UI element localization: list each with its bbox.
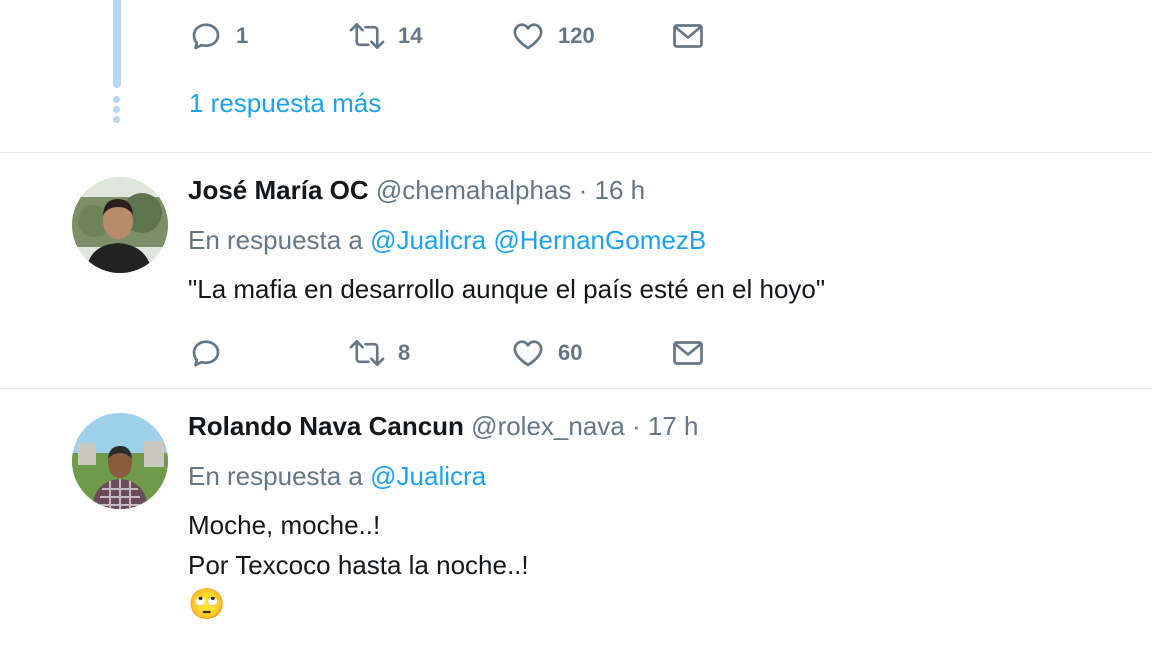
avatar[interactable]	[72, 177, 168, 273]
tweet-text-line: Moche, moche..!	[188, 510, 381, 540]
divider	[0, 152, 1152, 153]
tweet-header: Rolando Nava Cancun @rolex_nava · 17 h	[188, 411, 699, 442]
separator: ·	[632, 411, 641, 441]
mention-link[interactable]: @HernanGomezB	[493, 225, 706, 255]
reply-button[interactable]	[188, 335, 348, 371]
tweet-text: "La mafia en desarrollo aunque el país e…	[188, 269, 825, 309]
reply-icon	[192, 340, 220, 367]
tweet-header: José María OC @chemahalphas · 16 h	[188, 175, 645, 206]
like-count: 120	[558, 23, 595, 48]
mail-icon	[673, 24, 703, 48]
eye-roll-emoji: 🙄	[188, 588, 226, 621]
retweet-icon	[349, 22, 385, 50]
separator: ·	[578, 175, 588, 205]
author-handle[interactable]: @rolex_nava	[471, 411, 625, 441]
tweet-text-line: Por Texcoco hasta la noche..!	[188, 550, 529, 580]
thread-line	[113, 0, 121, 88]
mention-link[interactable]: @Jualicra	[370, 225, 486, 255]
tweet-actions: 8 60	[188, 333, 706, 373]
message-button[interactable]	[670, 335, 706, 371]
retweet-count: 14	[398, 23, 423, 48]
like-button[interactable]: 60	[510, 335, 670, 371]
retweet-button[interactable]: 8	[348, 335, 510, 371]
reply-prefix: En respuesta a	[188, 225, 363, 255]
reply-context: En respuesta a @Jualicra @HernanGomezB	[188, 225, 706, 256]
mention-link[interactable]: @Jualicra	[370, 461, 486, 491]
retweet-count: 8	[398, 340, 411, 365]
divider	[0, 388, 1152, 389]
reply-context: En respuesta a @Jualicra	[188, 461, 486, 492]
message-button[interactable]	[670, 18, 706, 54]
timestamp[interactable]: 16 h	[595, 175, 646, 205]
timestamp[interactable]: 17 h	[648, 411, 699, 441]
thread-dots	[112, 96, 122, 126]
retweet-button[interactable]: 14	[348, 18, 510, 54]
tweet-text: Moche, moche..! Por Texcoco hasta la noc…	[188, 505, 529, 625]
mail-icon	[673, 341, 703, 365]
heart-icon	[513, 340, 543, 367]
avatar-image	[72, 413, 168, 509]
reply-button[interactable]: 1	[188, 18, 348, 54]
more-replies-link[interactable]: 1 respuesta más	[189, 88, 381, 119]
author-name[interactable]: Rolando Nava Cancun	[188, 411, 464, 441]
reply-prefix: En respuesta a	[188, 461, 363, 491]
author-name[interactable]: José María OC	[188, 175, 369, 205]
reply-icon	[192, 23, 220, 50]
reply-count: 1	[236, 23, 249, 48]
tweet-actions: 1 14 120	[188, 16, 706, 56]
retweet-icon	[349, 339, 385, 367]
avatar[interactable]	[72, 413, 168, 509]
tweet-text-line: "La mafia en desarrollo aunque el país e…	[188, 274, 826, 304]
avatar-image	[72, 177, 168, 273]
like-button[interactable]: 120	[510, 18, 670, 54]
like-count: 60	[558, 340, 583, 365]
author-handle[interactable]: @chemahalphas	[376, 175, 572, 205]
heart-icon	[513, 23, 543, 50]
